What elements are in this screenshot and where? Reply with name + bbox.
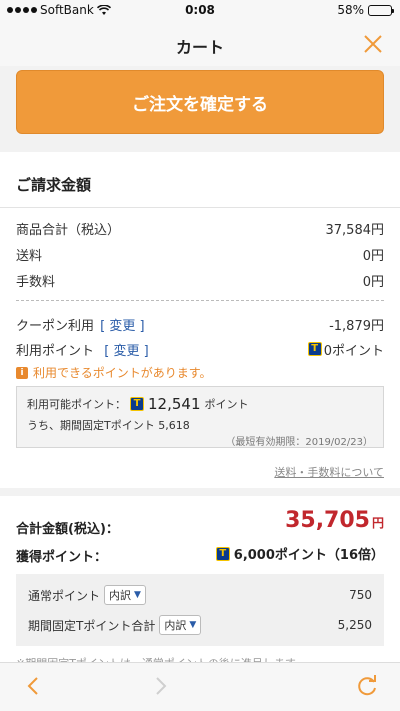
earn-value: 6,000ポイント（16倍） [233,548,384,563]
fee-label: 手数料 [16,274,56,290]
normal-points-row: 通常ポイント 内訳 ▼ 750 [28,584,372,606]
info-icon: i [16,366,28,379]
shipping-info-link[interactable]: 送料・手数料について [274,464,384,480]
points-breakdown: 通常ポイント 内訳 ▼ 750 期間固定Tポイント合計 内訳 ▼ 5,250 [16,574,384,646]
section-separator [0,488,400,496]
normal-points-breakdown-select[interactable]: 内訳 ▼ [104,585,146,605]
points-label: 利用ポイント [16,343,95,359]
reload-icon[interactable] [354,673,380,699]
billing-card: ご請求金額 商品合計（税込） 37,584円 送料 0円 手数料 0円 クーポン… [0,152,400,672]
battery-status: 58% [337,3,394,17]
total-value: 35,705 [285,508,370,533]
chevron-down-icon: ▼ [189,620,197,630]
select-label: 内訳 [164,619,187,632]
shipping-row: 送料 0円 [16,244,384,264]
points-change-link[interactable]: [ 変更 ] [104,344,148,359]
normal-points-label: 通常ポイント [28,588,101,603]
close-icon[interactable] [362,33,384,55]
earn-points: T 6,000ポイント（16倍） [215,544,384,563]
coupon-label: クーポン利用 [16,318,95,334]
available-value: 12,541 [148,395,201,413]
coupon-change-link[interactable]: [ 変更 ] [100,319,144,334]
available-unit: ポイント [204,398,249,411]
points-notice: i 利用できるポイントがあります。 [16,364,212,381]
points-value: 0ポイント [323,343,384,359]
coupon-row: クーポン利用 [ 変更 ] -1,879円 [16,314,384,334]
divider [0,207,400,208]
points-row: 利用ポイント [ 変更 ] T 0ポイント [16,339,384,359]
browser-toolbar [0,662,400,711]
available-label: 利用可能ポイント： [27,398,126,411]
confirm-order-button[interactable]: ご注文を確定する [16,70,384,134]
shipping-value: 0円 [362,248,384,264]
fee-row: 手数料 0円 [16,270,384,290]
normal-points-value: 750 [349,588,372,602]
earn-label: 獲得ポイント： [16,550,108,565]
coupon-value: -1,879円 [329,318,384,334]
shipping-label: 送料 [16,248,43,264]
battery-icon [368,4,394,16]
subtotal-row: 商品合計（税込） 37,584円 [16,218,384,238]
chevron-left-icon[interactable] [24,675,44,697]
expiry-text: （最短有効期限：2019/02/23） [225,437,373,448]
fee-value: 0円 [362,274,384,290]
total-unit: 円 [371,516,384,530]
t-point-icon: T [215,546,230,561]
available-points-box: 利用可能ポイント： T 12,541 ポイント うち、期間固定Tポイント 5,6… [16,386,384,448]
total-amount: 35,705 円 [285,508,384,533]
fixed-total-row: 期間固定Tポイント合計 内訳 ▼ 5,250 [28,614,372,636]
battery-percent: 58% [337,3,364,17]
fixed-total-value: 5,250 [337,618,372,632]
billing-heading: ご請求金額 [16,176,92,194]
fixed-points-text: うち、期間固定Tポイント 5,618 [27,419,190,432]
status-bar: SoftBank 0:08 58% [0,0,400,22]
page-title: カート [175,38,224,57]
subtotal-value: 37,584円 [325,222,385,238]
t-point-icon: T [307,342,322,356]
fixed-total-breakdown-select[interactable]: 内訳 ▼ [159,615,202,635]
t-point-icon: T [130,397,144,411]
points-notice-text: 利用できるポイントがあります。 [33,366,212,380]
total-label: 合計金額(税込)： [16,522,119,537]
nav-bar: カート [0,22,400,66]
fixed-total-label: 期間固定Tポイント合計 [28,618,156,633]
select-label: 内訳 [109,589,132,602]
chevron-down-icon: ▼ [134,590,141,600]
dashed-divider [16,300,384,301]
subtotal-label: 商品合計（税込） [16,222,121,238]
chevron-right-icon[interactable] [150,675,170,697]
